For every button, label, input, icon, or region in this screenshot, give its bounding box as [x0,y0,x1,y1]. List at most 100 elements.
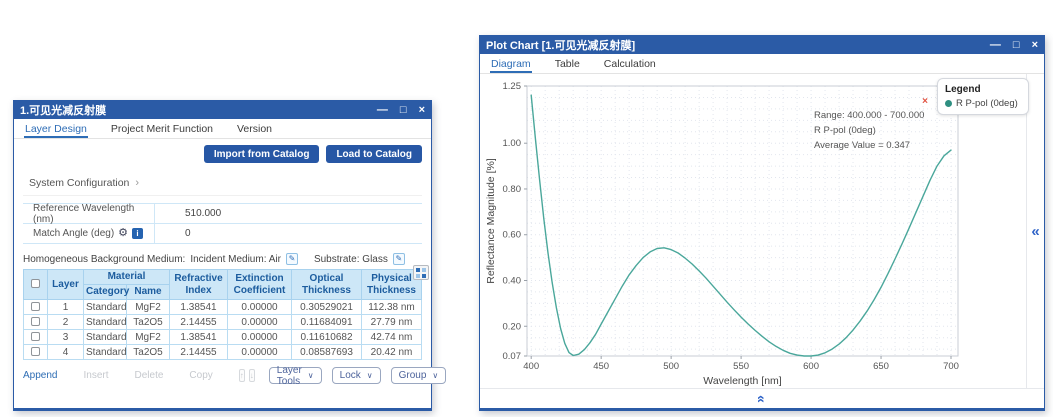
import-from-catalog-button[interactable]: Import from Catalog [204,145,320,163]
header-material: Material [84,270,170,285]
cell-extinction: 0.00000 [228,300,292,315]
svg-text:1.25: 1.25 [503,81,522,92]
match-angle-value[interactable]: 0 [155,228,191,239]
chart-legend: Legend R P-pol (0deg) [937,78,1029,115]
annotation-close-icon[interactable]: × [814,96,928,108]
cell-name: MgF2 [127,330,170,345]
delete-button[interactable]: Delete [135,370,164,381]
cell-category: Standard [84,345,127,360]
lock-dropdown[interactable]: Lock∨ [332,367,381,384]
cell-extinction: 0.00000 [228,315,292,330]
edit-substrate-icon[interactable]: ✎ [393,253,405,265]
cell-refractive: 1.38541 [170,330,228,345]
cell-layer: 4 [48,345,84,360]
grid-view-icon[interactable] [413,265,429,280]
cell-physical: 112.38 nm [362,300,422,315]
chart-area: 4004505005506006507001.251.000.800.600.4… [480,74,1044,408]
reference-wavelength-value[interactable]: 510.000 [155,208,221,219]
row-checkbox[interactable] [31,347,40,356]
close-icon[interactable]: × [1032,36,1038,54]
right-titlebar[interactable]: Plot Chart [1.可见光减反射膜] — □ × [480,36,1044,54]
load-to-catalog-button[interactable]: Load to Catalog [326,145,422,163]
svg-text:0.40: 0.40 [503,275,522,286]
legend-title: Legend [945,84,1021,95]
legend-entry[interactable]: R P-pol (0deg) [945,98,1021,109]
cell-category: Standard [84,315,127,330]
insert-button[interactable]: Insert [83,370,108,381]
tab-diagram[interactable]: Diagram [490,56,532,73]
edit-incident-icon[interactable]: ✎ [286,253,298,265]
copy-button[interactable]: Copy [189,370,212,381]
svg-text:0.07: 0.07 [503,351,522,362]
tab-version[interactable]: Version [236,121,273,138]
table-row[interactable]: 2StandardTa2O52.144550.000000.1168409127… [24,315,422,330]
svg-text:0.20: 0.20 [503,321,522,332]
svg-text:550: 550 [733,361,749,372]
info-icon[interactable]: i [132,228,143,239]
background-medium-label: Homogeneous Background Medium: [23,254,185,265]
chevron-down-icon: ∨ [432,371,438,380]
bottom-collapse-strip: « [480,388,1044,408]
background-medium-row: Homogeneous Background Medium: Incident … [23,253,422,265]
move-down-icon[interactable]: ↓ [249,369,255,382]
table-row[interactable]: 1StandardMgF21.385410.000000.30529021112… [24,300,422,315]
svg-text:650: 650 [873,361,889,372]
cell-physical: 42.74 nm [362,330,422,345]
row-checkbox[interactable] [31,332,40,341]
cell-extinction: 0.00000 [228,330,292,345]
maximize-icon[interactable]: □ [400,101,407,119]
cell-category: Standard [84,330,127,345]
chevron-down-icon: ∨ [367,371,373,380]
layer-design-window: 1.可见光减反射膜 — □ × Layer Design Project Mer… [13,100,432,411]
cell-select[interactable] [24,300,48,315]
left-titlebar[interactable]: 1.可见光减反射膜 — □ × [14,101,431,119]
left-window-title: 1.可见光减反射膜 [20,102,377,118]
row-checkbox[interactable] [31,317,40,326]
minimize-icon[interactable]: — [377,101,388,119]
move-up-icon[interactable]: ↑ [239,369,245,382]
cell-optical: 0.08587693 [292,345,362,360]
cell-optical: 0.11684091 [292,315,362,330]
desktop: 1.可见光减反射膜 — □ × Layer Design Project Mer… [0,0,1053,417]
reference-wavelength-row: Reference Wavelength (nm) 510.000 [23,204,422,224]
table-row[interactable]: 3StandardMgF21.385410.000000.1161068242.… [24,330,422,345]
tab-layer-design[interactable]: Layer Design [24,121,88,138]
config-table: Reference Wavelength (nm) 510.000 Match … [23,203,422,244]
maximize-icon[interactable]: □ [1013,36,1020,54]
series-dot-icon [945,100,952,107]
header-layer: Layer [48,270,84,300]
cell-name: Ta2O5 [127,315,170,330]
chevron-down-icon: ∨ [308,371,314,380]
system-configuration-header[interactable]: System Configuration› [23,172,422,196]
header-optical-thickness: Optical Thickness [292,270,362,300]
cell-refractive: 1.38541 [170,300,228,315]
layer-tools-dropdown[interactable]: Layer Tools∨ [269,367,322,384]
plot-chart-window: Plot Chart [1.可见光减反射膜] — □ × Diagram Tab… [479,35,1045,411]
cell-select[interactable] [24,345,48,360]
group-dropdown[interactable]: Group∨ [391,367,447,384]
tab-project-merit-function[interactable]: Project Merit Function [110,121,214,138]
annotation-average: Average Value = 0.347 [814,138,954,153]
collapse-panel-left-icon[interactable]: « [1031,223,1039,240]
header-name: Name [127,285,170,300]
chart-annotation: × Range: 400.000 - 700.000 R P-pol (0deg… [814,96,954,153]
table-row[interactable]: 4StandardTa2O52.144550.000000.0858769320… [24,345,422,360]
append-button[interactable]: Append [23,370,57,381]
tab-table[interactable]: Table [554,56,581,73]
select-all-checkbox[interactable] [31,279,40,288]
collapse-panel-up-icon[interactable]: « [754,395,770,403]
svg-text:1.00: 1.00 [503,138,522,149]
cell-select[interactable] [24,330,48,345]
match-angle-label: Match Angle (deg) ⚙ i [23,224,155,243]
close-icon[interactable]: × [419,101,425,119]
minimize-icon[interactable]: — [990,36,1001,54]
table-footer: Append Insert Delete Copy ↑ ↓ Layer Tool… [23,367,422,384]
tab-calculation[interactable]: Calculation [603,56,657,73]
header-select-all[interactable] [24,270,48,300]
gear-icon[interactable]: ⚙ [118,228,128,239]
svg-text:400: 400 [523,361,539,372]
right-tabsbar: Diagram Table Calculation [480,54,1044,74]
row-checkbox[interactable] [31,302,40,311]
cell-select[interactable] [24,315,48,330]
svg-text:0.80: 0.80 [503,184,522,195]
